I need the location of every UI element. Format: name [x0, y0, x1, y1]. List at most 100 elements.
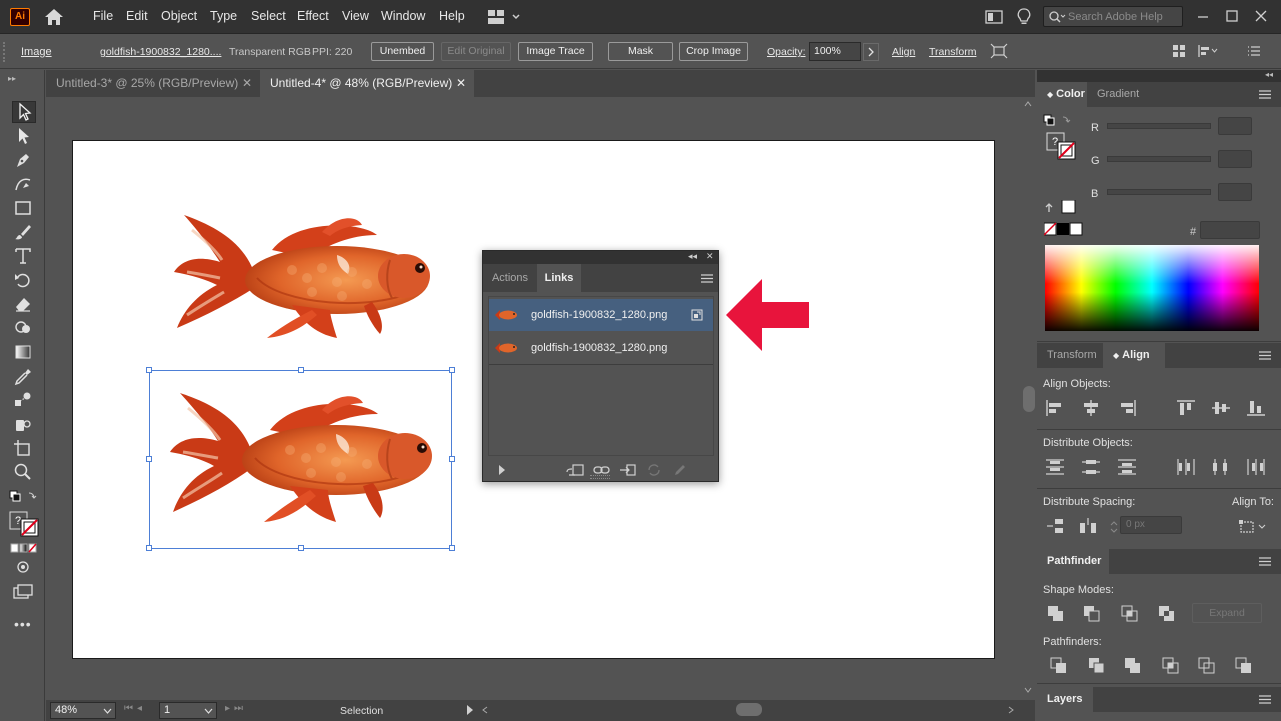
- dock-collapse-icon[interactable]: ◂◂: [1265, 70, 1273, 79]
- horizontal-scrollbar[interactable]: [478, 701, 1020, 719]
- fill-stroke-swatch[interactable]: ?: [9, 511, 39, 537]
- color-panel-menu-icon[interactable]: [1259, 90, 1271, 99]
- menu-select[interactable]: Select: [251, 9, 286, 23]
- pen-tool-icon[interactable]: [12, 150, 36, 172]
- next-last-artboard-buttons[interactable]: ▸⏭: [225, 703, 247, 714]
- arrange-icon[interactable]: [1172, 44, 1186, 58]
- tab-layers[interactable]: Layers: [1037, 687, 1093, 712]
- screen-mode-icon[interactable]: [13, 584, 33, 600]
- hex-input[interactable]: [1200, 221, 1260, 239]
- horizontal-align-center-icon[interactable]: [1081, 399, 1101, 417]
- opacity-expand-button[interactable]: [863, 43, 879, 61]
- tab-links[interactable]: Links: [537, 264, 581, 292]
- unite-icon[interactable]: [1047, 605, 1065, 623]
- expand-button[interactable]: Expand: [1192, 603, 1262, 623]
- first-previous-artboard-buttons[interactable]: ⏮◂: [124, 703, 146, 714]
- menu-window[interactable]: Window: [381, 9, 425, 23]
- layers-menu-icon[interactable]: [1259, 695, 1271, 704]
- resize-handle-top-right[interactable]: [449, 367, 455, 373]
- direct-selection-tool-icon[interactable]: [12, 126, 36, 148]
- resize-handle-top-left[interactable]: [146, 367, 152, 373]
- curvature-tool-icon[interactable]: [12, 174, 36, 196]
- tab-actions[interactable]: Actions: [483, 264, 537, 292]
- intersect-icon[interactable]: [1121, 605, 1139, 623]
- rectangle-tool-icon[interactable]: [12, 198, 36, 220]
- transform-link[interactable]: Transform: [929, 46, 976, 58]
- relink-from-libraries-icon[interactable]: [565, 463, 585, 477]
- menu-edit[interactable]: Edit: [126, 9, 148, 23]
- exclude-icon[interactable]: [1158, 605, 1176, 623]
- horizontal-scroll-thumb[interactable]: [736, 703, 762, 716]
- menu-type[interactable]: Type: [210, 9, 237, 23]
- edit-original-button[interactable]: Edit Original: [441, 42, 511, 61]
- symbol-sprayer-tool-icon[interactable]: [12, 414, 36, 436]
- zoom-tool-icon[interactable]: [12, 462, 36, 484]
- isolate-object-icon[interactable]: [990, 43, 1008, 59]
- channel-g-slider[interactable]: [1107, 156, 1211, 162]
- edit-toolbar-icon[interactable]: •••: [14, 616, 32, 632]
- vertical-align-bottom-icon[interactable]: [1246, 399, 1266, 417]
- link-item[interactable]: goldfish-1900832_1280.png: [489, 332, 713, 364]
- horizontal-distribute-right-icon[interactable]: [1246, 458, 1266, 476]
- arrange-documents-icon[interactable]: [985, 10, 1003, 24]
- fill-stroke-default-icon[interactable]: [9, 490, 39, 504]
- search-help-input[interactable]: Search Adobe Help: [1043, 6, 1183, 27]
- channel-r-slider[interactable]: [1107, 123, 1211, 129]
- gradient-tool-icon[interactable]: [12, 342, 36, 364]
- edit-original-icon[interactable]: [672, 463, 688, 477]
- image-trace-button[interactable]: Image Trace: [518, 42, 593, 61]
- menu-object[interactable]: Object: [161, 9, 197, 23]
- tab-untitled-3[interactable]: Untitled-3* @ 25% (RGB/Preview) ✕: [46, 70, 260, 97]
- links-panel-menu-icon[interactable]: [701, 274, 713, 283]
- vertical-distribute-center-icon[interactable]: [1081, 458, 1101, 476]
- channel-r-input[interactable]: [1218, 117, 1252, 135]
- paintbrush-tool-icon[interactable]: [12, 222, 36, 244]
- crop-icon[interactable]: [1162, 657, 1180, 675]
- channel-b-slider[interactable]: [1107, 189, 1211, 195]
- tab-gradient[interactable]: Gradient: [1087, 82, 1153, 107]
- minimize-window-button[interactable]: [1196, 8, 1210, 24]
- links-panel-header[interactable]: ◂◂ ✕: [483, 251, 718, 264]
- artboard-number-dropdown[interactable]: 1: [159, 702, 217, 719]
- spacing-stepper[interactable]: [1108, 520, 1120, 534]
- align-to-selection-dropdown[interactable]: [1238, 517, 1268, 535]
- opacity-input[interactable]: 100%: [809, 42, 861, 61]
- go-to-link-icon[interactable]: [619, 463, 637, 477]
- vertical-align-top-icon[interactable]: [1176, 399, 1196, 417]
- horizontal-align-right-icon[interactable]: [1117, 399, 1137, 417]
- align-panel-menu-icon[interactable]: [1259, 351, 1271, 360]
- status-menu-icon[interactable]: [466, 704, 474, 716]
- resize-handle-top[interactable]: [298, 367, 304, 373]
- align-link[interactable]: Align: [892, 46, 915, 58]
- unembed-button[interactable]: Unembed: [371, 42, 434, 61]
- tab-color[interactable]: ◆ Color: [1037, 82, 1087, 107]
- vertical-distribute-top-icon[interactable]: [1045, 458, 1065, 476]
- channel-b-input[interactable]: [1218, 183, 1252, 201]
- workspace-switcher-icon[interactable]: [487, 9, 523, 25]
- trim-icon[interactable]: [1088, 657, 1106, 675]
- link-item[interactable]: goldfish-1900832_1280.png: [489, 299, 713, 331]
- out-of-gamut-warning-icon[interactable]: [1045, 200, 1077, 214]
- collapse-panel-icon[interactable]: ◂◂: [688, 251, 697, 262]
- selection-bounding-box[interactable]: [149, 370, 452, 549]
- horizontal-distribute-left-icon[interactable]: [1176, 458, 1196, 476]
- merge-icon[interactable]: [1124, 657, 1142, 675]
- eraser-tool-icon[interactable]: [12, 294, 36, 316]
- discover-lightbulb-icon[interactable]: [1017, 8, 1031, 26]
- update-link-icon[interactable]: [646, 463, 662, 477]
- menu-effect[interactable]: Effect: [297, 9, 329, 23]
- home-icon[interactable]: [44, 8, 64, 26]
- outline-icon[interactable]: [1198, 657, 1216, 675]
- color-mode-buttons[interactable]: [10, 543, 38, 553]
- toolbar-collapse-icon[interactable]: ▸▸: [8, 74, 16, 83]
- resize-handle-bottom[interactable]: [298, 545, 304, 551]
- horizontal-distribute-center-icon[interactable]: [1211, 458, 1231, 476]
- resize-handle-left[interactable]: [146, 456, 152, 462]
- opacity-label[interactable]: Opacity:: [767, 46, 806, 58]
- tab-align[interactable]: ◆ Align: [1103, 343, 1165, 368]
- channel-g-input[interactable]: [1218, 150, 1252, 168]
- vertical-distribute-space-icon[interactable]: [1045, 517, 1065, 535]
- pathfinder-menu-icon[interactable]: [1259, 557, 1271, 566]
- horizontal-distribute-space-icon[interactable]: [1078, 517, 1098, 535]
- minus-front-icon[interactable]: [1083, 605, 1101, 623]
